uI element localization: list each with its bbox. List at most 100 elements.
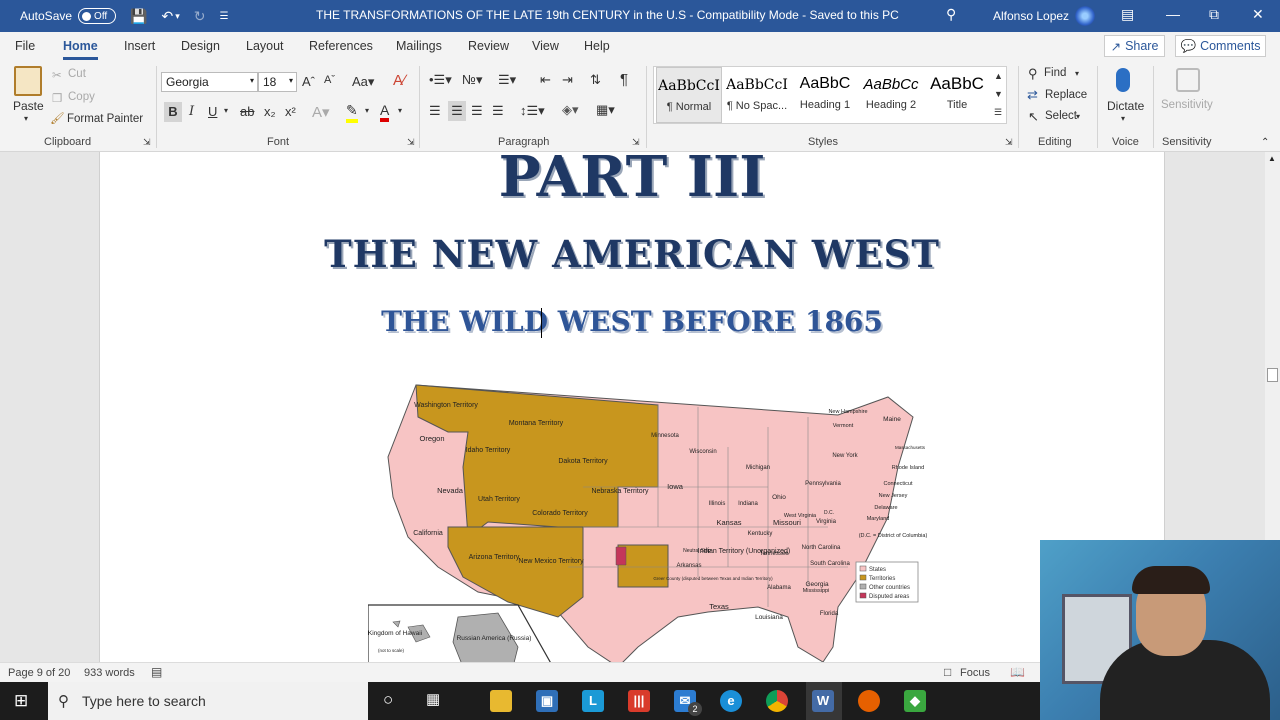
- restore-icon[interactable]: ⧉: [1209, 6, 1219, 23]
- decrease-indent-icon[interactable]: ⇤: [540, 72, 551, 88]
- copy-button[interactable]: Copy: [68, 91, 95, 103]
- save-icon[interactable]: 💾: [130, 8, 147, 25]
- justify-icon[interactable]: ☰: [492, 103, 504, 119]
- find-button[interactable]: Find: [1044, 67, 1066, 79]
- sort-icon[interactable]: ⇅: [590, 72, 601, 88]
- file-explorer-icon[interactable]: [490, 690, 512, 712]
- redo-icon[interactable]: ↻: [194, 8, 206, 25]
- focus-icon[interactable]: □: [944, 665, 951, 679]
- styles-more-icon[interactable]: ☰: [994, 107, 1002, 118]
- paste-icon[interactable]: [14, 66, 42, 96]
- windows-start-icon[interactable]: ⊞: [14, 691, 28, 711]
- select-dropdown-icon[interactable]: ▾: [1076, 112, 1080, 121]
- font-launcher-icon[interactable]: ⇲: [407, 137, 415, 148]
- highlight-dropdown-icon[interactable]: ▾: [365, 106, 369, 115]
- underline-button[interactable]: U: [208, 104, 217, 119]
- styles-scroll-down-icon[interactable]: ▼: [994, 89, 1003, 99]
- tab-design[interactable]: Design: [181, 39, 220, 53]
- numbering-icon[interactable]: №▾: [462, 72, 482, 88]
- styles-scroll-up-icon[interactable]: ▲: [994, 71, 1003, 81]
- read-mode-icon[interactable]: 📖: [1010, 665, 1025, 679]
- customize-qat-icon[interactable]: ☰: [219, 11, 228, 22]
- edge-icon[interactable]: e: [720, 690, 742, 712]
- undo-icon[interactable]: ↶: [161, 8, 173, 25]
- underline-dropdown-icon[interactable]: ▾: [224, 106, 228, 115]
- style-normal[interactable]: AaBbCcI ¶ Normal: [656, 67, 722, 123]
- close-icon[interactable]: ✕: [1252, 6, 1264, 23]
- taskbar-search-input[interactable]: ⚲ Type here to search: [48, 682, 368, 720]
- chrome-icon[interactable]: [766, 690, 788, 712]
- style-title[interactable]: AaBbC Title: [924, 67, 990, 123]
- borders-icon[interactable]: ▦▾: [596, 102, 615, 118]
- undo-dropdown-icon[interactable]: ▾: [175, 11, 180, 22]
- font-color-icon[interactable]: A: [380, 102, 390, 122]
- proofing-icon[interactable]: ▤: [151, 665, 162, 679]
- text-effects-icon[interactable]: A▾: [312, 103, 330, 121]
- change-case-icon[interactable]: Aa▾: [352, 74, 374, 90]
- paragraph-launcher-icon[interactable]: ⇲: [632, 137, 640, 148]
- italic-button[interactable]: I: [189, 104, 194, 119]
- collapse-ribbon-icon[interactable]: ⌃: [1261, 137, 1269, 148]
- paste-dropdown-icon[interactable]: ▾: [24, 114, 28, 123]
- font-name-select[interactable]: Georgia ▾: [161, 72, 258, 92]
- sensitivity-icon[interactable]: [1176, 68, 1200, 92]
- bold-button[interactable]: B: [164, 102, 182, 122]
- document-page[interactable]: PART III THE NEW AMERICAN WEST THE WILD …: [99, 152, 1165, 662]
- search-icon[interactable]: ⚲: [946, 6, 956, 23]
- app-red-icon[interactable]: |||: [628, 690, 650, 712]
- dictate-dropdown-icon[interactable]: ▾: [1121, 114, 1125, 123]
- word-count[interactable]: 933 words: [84, 667, 135, 679]
- style-heading-2[interactable]: AaBbCc Heading 2: [858, 67, 924, 123]
- avatar[interactable]: [1075, 6, 1095, 26]
- firefox-icon[interactable]: [858, 690, 880, 712]
- tab-insert[interactable]: Insert: [124, 39, 155, 53]
- grow-font-icon[interactable]: Aˆ: [302, 74, 315, 89]
- format-painter-icon[interactable]: 🖌: [50, 111, 65, 125]
- style-heading-1[interactable]: AaBbC Heading 1: [792, 67, 858, 123]
- tab-review[interactable]: Review: [468, 39, 509, 53]
- tab-view[interactable]: View: [532, 39, 559, 53]
- cut-button[interactable]: Cut: [68, 68, 86, 80]
- replace-icon[interactable]: ⇄: [1027, 87, 1038, 103]
- app-l-icon[interactable]: L: [582, 690, 604, 712]
- shrink-font-icon[interactable]: Aˇ: [324, 74, 335, 86]
- comments-button[interactable]: 💬 Comments: [1175, 35, 1266, 57]
- tab-mailings[interactable]: Mailings: [396, 39, 442, 53]
- format-painter-button[interactable]: Format Painter: [67, 113, 143, 125]
- show-marks-icon[interactable]: ¶: [620, 71, 628, 88]
- paste-button[interactable]: Paste: [13, 99, 44, 113]
- align-left-icon[interactable]: ☰: [429, 103, 441, 119]
- bullets-icon[interactable]: •☰▾: [429, 72, 452, 88]
- increase-indent-icon[interactable]: ⇥: [562, 72, 573, 88]
- autosave-toggle[interactable]: Off: [78, 8, 117, 24]
- align-right-icon[interactable]: ☰: [471, 103, 483, 119]
- subscript-button[interactable]: x₂: [264, 104, 276, 119]
- tab-references[interactable]: References: [309, 39, 373, 53]
- cut-icon[interactable]: ✂: [52, 68, 62, 82]
- copy-icon[interactable]: ❐: [52, 91, 62, 105]
- tab-help[interactable]: Help: [584, 39, 610, 53]
- store-icon[interactable]: ▣: [536, 690, 558, 712]
- shading-icon[interactable]: ◈▾: [562, 102, 579, 118]
- styles-launcher-icon[interactable]: ⇲: [1005, 137, 1013, 148]
- line-spacing-icon[interactable]: ↕☰▾: [520, 103, 545, 119]
- app-green-icon[interactable]: ◆: [904, 690, 926, 712]
- scroll-thumb[interactable]: [1267, 368, 1278, 382]
- sensitivity-button[interactable]: Sensitivity: [1161, 99, 1213, 111]
- superscript-button[interactable]: x²: [285, 104, 296, 119]
- find-icon[interactable]: ⚲: [1028, 66, 1038, 82]
- minimize-icon[interactable]: —: [1166, 6, 1180, 22]
- focus-button[interactable]: Focus: [960, 667, 990, 679]
- replace-button[interactable]: Replace: [1045, 89, 1087, 101]
- ribbon-display-icon[interactable]: ▤: [1121, 6, 1134, 23]
- font-size-select[interactable]: 18 ▾: [258, 72, 297, 92]
- cortana-icon[interactable]: ○: [383, 690, 393, 710]
- style-no-spacing[interactable]: AaBbCcI ¶ No Spac...: [724, 67, 790, 123]
- multilevel-list-icon[interactable]: ☰▾: [498, 72, 516, 88]
- clear-formatting-icon[interactable]: A∕: [393, 72, 406, 89]
- scroll-up-icon[interactable]: ▲: [1268, 154, 1276, 163]
- task-view-icon[interactable]: ▦: [426, 690, 440, 708]
- select-button[interactable]: Select: [1045, 110, 1077, 122]
- tab-home[interactable]: Home: [63, 39, 98, 60]
- strikethrough-button[interactable]: ab: [240, 104, 254, 119]
